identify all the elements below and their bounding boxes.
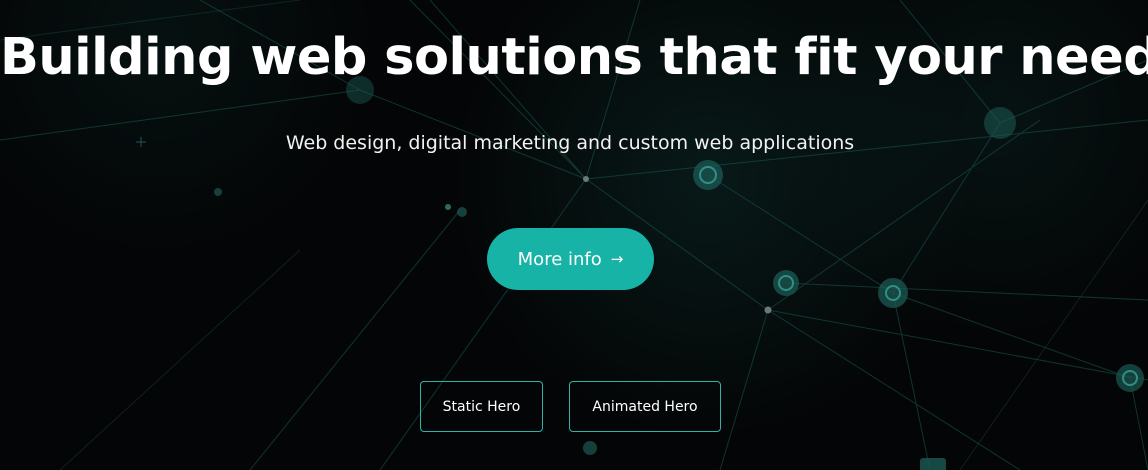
arrow-right-icon: →	[610, 249, 624, 268]
hero-subheadline: Web design, digital marketing and custom…	[285, 132, 855, 154]
hero-section: Building web solutions that fit your nee…	[0, 0, 1148, 470]
hero-headline: Building web solutions that fit your nee…	[0, 28, 1148, 87]
more-info-label: More info	[517, 248, 602, 270]
animated-hero-button[interactable]: Animated Hero	[569, 381, 721, 432]
static-hero-button[interactable]: Static Hero	[420, 381, 543, 432]
more-info-button[interactable]: More info →	[487, 228, 654, 290]
